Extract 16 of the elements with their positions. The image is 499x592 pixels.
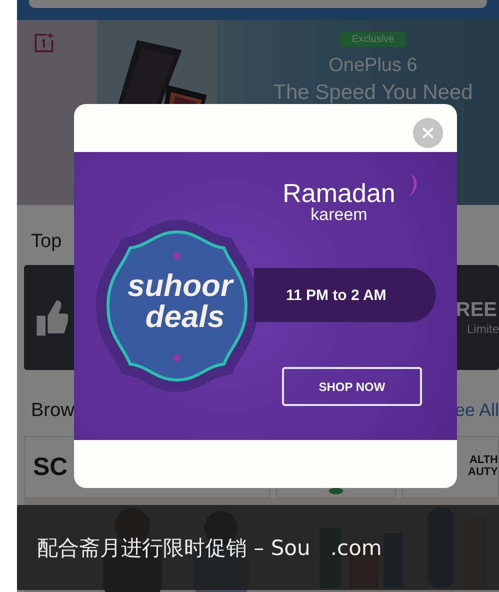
promo-subtitle: kareem [310,206,368,223]
promo-title: Ramadan [282,180,396,206]
badge-title: deals [145,301,225,332]
banner-title: OnePlus 6 [328,55,418,77]
offer-subtitle: Limite [466,322,499,336]
exclusive-tag: Exclusive [340,32,406,47]
brand-label: AUTY [468,467,498,479]
section-heading: Top [30,231,62,252]
offer-title: REE [456,299,498,322]
brand-label: ALTH [469,455,498,467]
badge-title: suhoor [127,270,233,301]
brand-label: SC [33,454,69,480]
banner-subtitle: The Speed You Need [273,81,473,105]
caption-text: 配合斋月进行限时促销 – Sou .com [37,534,382,562]
browse-heading: Brow [30,400,74,422]
time-text: 11 PM to 2 AM [286,286,386,304]
